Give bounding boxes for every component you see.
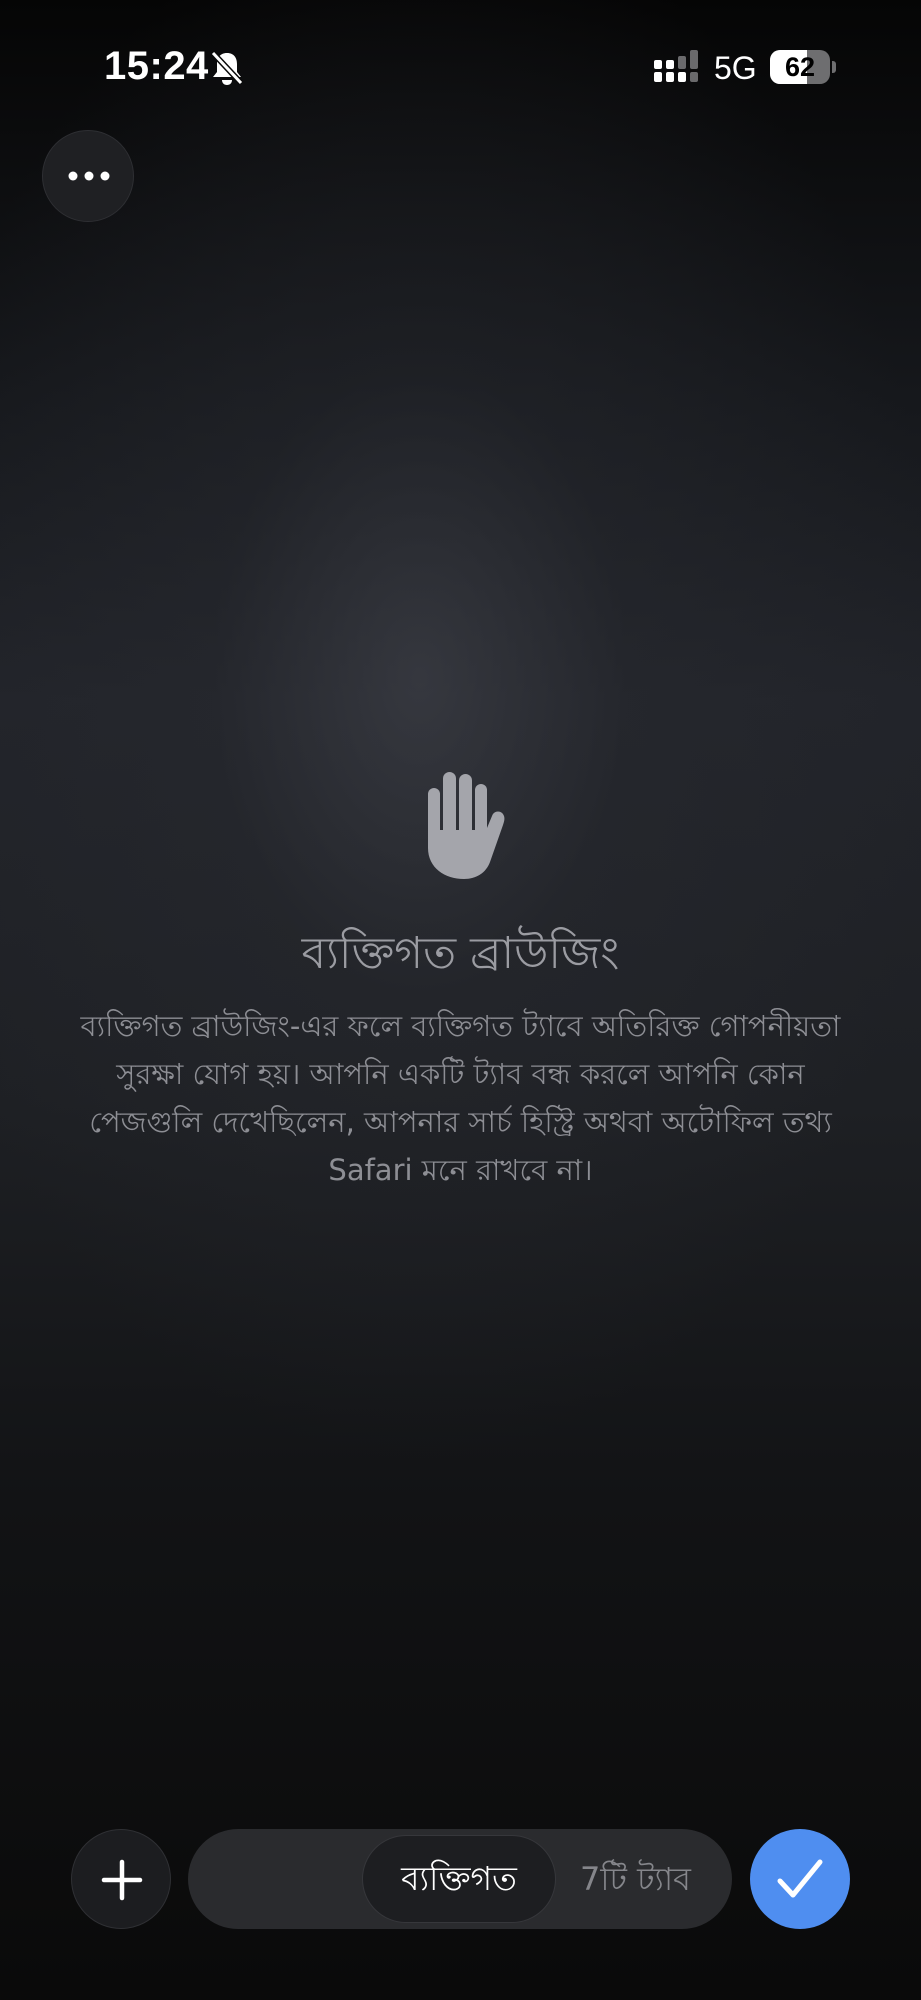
raised-hand-icon — [428, 772, 505, 879]
segment-private[interactable]: ব্যক্তিগত — [362, 1835, 556, 1923]
battery-indicator: 62 — [770, 50, 836, 84]
ellipsis-icon — [68, 171, 110, 181]
status-bar: 15:24 5G 62 — [0, 0, 921, 130]
battery-tip — [832, 61, 836, 73]
network-type: 5G — [714, 50, 757, 86]
done-button[interactable] — [750, 1829, 850, 1929]
battery-body: 62 — [770, 50, 830, 84]
segment-tab-count[interactable]: 7টি ট্যাব — [580, 1835, 730, 1923]
more-options-button[interactable] — [42, 130, 134, 222]
tab-group-segmented-control: ব্যক্তিগত 7টি ট্যাব — [188, 1829, 732, 1929]
battery-level: 62 — [784, 52, 816, 82]
private-browsing-title: ব্যক্তিগত ব্রাউজিং — [301, 928, 620, 979]
cellular-signal-icon — [654, 50, 698, 82]
safari-tab-overview-screen: 15:24 5G 62 ব্যক্তিগত ব্রাউজিং ব্যক্তিগত… — [0, 0, 921, 2000]
private-browsing-description: ব্যক্তিগত ব্রাউজিং-এর ফলে ব্যক্তিগত ট্যা… — [80, 1009, 841, 1187]
status-time: 15:24 — [104, 44, 209, 88]
checkmark-icon — [777, 1859, 823, 1898]
plus-icon — [101, 1859, 143, 1901]
new-tab-button[interactable] — [71, 1829, 171, 1929]
bell-slash-icon — [210, 50, 244, 86]
